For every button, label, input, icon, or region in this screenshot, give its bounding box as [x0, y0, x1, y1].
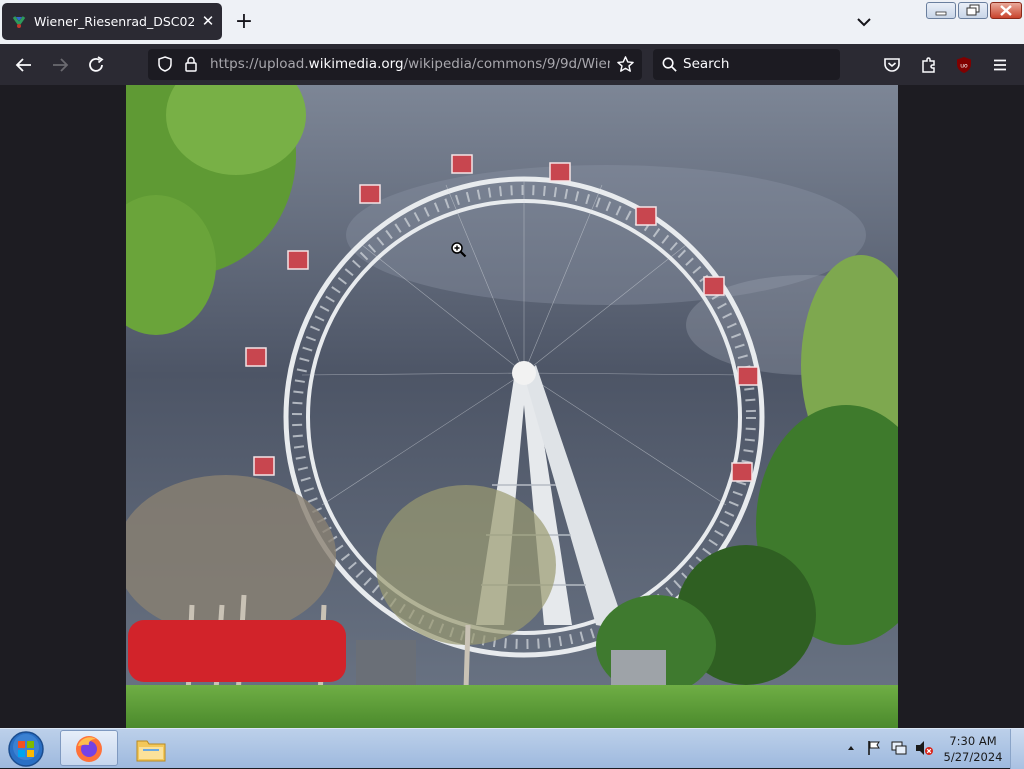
- windows-start-button[interactable]: [6, 730, 46, 768]
- window-restore-button[interactable]: [958, 2, 988, 19]
- minimize-icon: [935, 11, 947, 16]
- nav-toolbar: https://upload.wikimedia.org/wikipedia/c…: [0, 44, 1024, 85]
- taskbar-clock[interactable]: 7:30 AM 5/27/2024: [940, 733, 1006, 765]
- url-prefix: https://upload.: [210, 56, 309, 72]
- puzzle-icon[interactable]: [916, 52, 942, 78]
- url-path: /wikipedia/commons/9/9d/Wiener_Riesenrad…: [403, 56, 610, 72]
- ferris-wheel-photo[interactable]: [126, 85, 898, 728]
- search-bar[interactable]: Search: [653, 49, 840, 80]
- page-viewport: [0, 85, 1024, 728]
- restore-icon: [966, 4, 980, 16]
- pocket-icon[interactable]: [879, 52, 905, 78]
- window-close-button[interactable]: [990, 2, 1022, 19]
- window-minimize-button[interactable]: [926, 2, 956, 19]
- clock-time: 7:30 AM: [949, 734, 997, 748]
- svg-text:uo: uo: [960, 63, 968, 70]
- wikimedia-favicon-icon: [12, 16, 26, 28]
- address-bar[interactable]: https://upload.wikimedia.org/wikipedia/c…: [148, 49, 642, 80]
- taskbar-file-explorer[interactable]: [126, 730, 176, 766]
- new-tab-icon[interactable]: +: [232, 10, 256, 34]
- tracking-shield-icon[interactable]: [156, 55, 174, 73]
- tab-strip: Wiener_Riesenrad_DSC02378.JPG ✕ +: [0, 0, 1024, 44]
- taskbar-firefox[interactable]: [60, 730, 118, 766]
- arrow-right-icon[interactable]: [47, 52, 73, 78]
- star-icon[interactable]: [616, 55, 635, 74]
- lawn: [126, 685, 898, 728]
- close-icon: [1000, 5, 1012, 16]
- url-host: wikimedia.org: [308, 56, 404, 72]
- taskbar: 7:30 AM 5/27/2024: [0, 728, 1024, 769]
- search-placeholder: Search: [683, 56, 730, 72]
- tab-title: Wiener_Riesenrad_DSC02378.JPG: [34, 14, 194, 29]
- url-text[interactable]: https://upload.wikimedia.org/wikipedia/c…: [210, 56, 610, 72]
- hamburger-menu-icon[interactable]: [987, 52, 1013, 78]
- search-icon: [662, 57, 677, 72]
- arrow-left-icon[interactable]: [11, 52, 37, 78]
- ublock-origin-icon[interactable]: uo: [951, 52, 977, 78]
- network-icon[interactable]: [890, 739, 908, 757]
- show-desktop-button[interactable]: [1010, 729, 1024, 769]
- zoom-in-cursor-icon: [451, 242, 467, 258]
- clock-date: 5/27/2024: [943, 750, 1003, 764]
- tab-close-icon[interactable]: ✕: [198, 11, 218, 31]
- show-hidden-icons-icon[interactable]: [846, 743, 856, 753]
- list-all-tabs-icon[interactable]: [852, 10, 876, 34]
- volume-muted-icon[interactable]: [914, 739, 934, 757]
- tab-active[interactable]: Wiener_Riesenrad_DSC02378.JPG ✕: [2, 3, 222, 40]
- red-tent: [128, 620, 346, 682]
- action-center-flag-icon[interactable]: [866, 739, 884, 757]
- firefox-icon: [76, 736, 102, 762]
- reload-icon[interactable]: [83, 52, 109, 78]
- lock-icon[interactable]: [183, 55, 199, 73]
- folder-icon: [136, 740, 166, 762]
